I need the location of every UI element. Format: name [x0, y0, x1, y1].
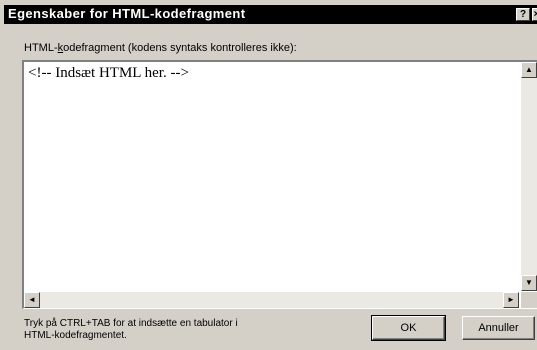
- code-textarea[interactable]: <!-- Indsæt HTML her. --> ▲ ▼ ◄ ►: [22, 60, 537, 309]
- code-snippet-dialog: Egenskaber for HTML-kodefragment ? × HTM…: [0, 0, 537, 350]
- vertical-scrollbar[interactable]: ▲ ▼: [521, 62, 537, 291]
- label-prefix: HTML-: [24, 42, 58, 54]
- dialog-title: Egenskaber for HTML-kodefragment: [8, 6, 246, 21]
- code-text[interactable]: <!-- Indsæt HTML her. -->: [28, 65, 189, 82]
- horizontal-scrollbar[interactable]: ◄ ►: [24, 292, 519, 308]
- hint-line-2: HTML-kodefragmentet.: [24, 330, 127, 341]
- scroll-left-icon[interactable]: ◄: [24, 292, 40, 308]
- close-button[interactable]: ×: [532, 8, 537, 21]
- scroll-right-icon[interactable]: ►: [503, 292, 519, 308]
- scrollbar-corner: [521, 292, 537, 308]
- cancel-button[interactable]: Annuller: [462, 316, 535, 340]
- code-field-label: HTML-kodefragment (kodens syntaks kontro…: [24, 42, 297, 54]
- help-button[interactable]: ?: [516, 8, 530, 21]
- scroll-down-icon[interactable]: ▼: [521, 275, 537, 291]
- hint-line-1: Tryk på CTRL+TAB for at indsætte en tabu…: [24, 318, 238, 329]
- scroll-up-icon[interactable]: ▲: [521, 62, 537, 78]
- label-suffix: odefragment (kodens syntaks kontrolleres…: [63, 42, 297, 54]
- title-bar[interactable]: Egenskaber for HTML-kodefragment ? ×: [4, 5, 537, 24]
- ok-button[interactable]: OK: [371, 315, 446, 341]
- hint-text: Tryk på CTRL+TAB for at indsætte en tabu…: [24, 318, 284, 342]
